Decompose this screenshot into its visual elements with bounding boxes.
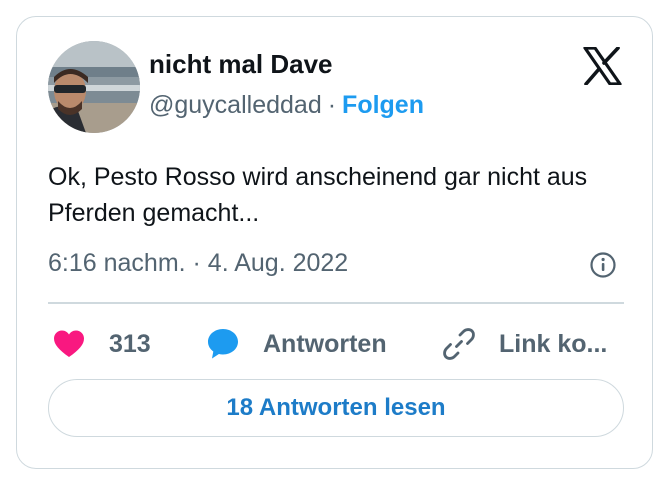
tweet-text: Ok, Pesto Rosso wird anscheinend gar nic…: [48, 163, 588, 227]
display-name[interactable]: nicht mal Dave: [149, 49, 333, 80]
speech-bubble-icon: [208, 329, 238, 359]
divider: [48, 302, 624, 304]
link-icon: [443, 328, 475, 360]
heart-icon: [54, 330, 84, 357]
like-count: 313: [109, 329, 151, 358]
copy-link-label: Link ko...: [499, 329, 608, 358]
reply-button[interactable]: Antworten: [205, 324, 387, 364]
reply-label: Antworten: [263, 329, 387, 358]
like-button[interactable]: 313: [51, 324, 151, 364]
separator-dot: ·: [327, 91, 337, 119]
copy-link-button[interactable]: Link ko...: [441, 324, 607, 364]
handle-row: @guycalleddad · Folgen: [149, 91, 424, 120]
tweet-card: nicht mal Dave @guycalleddad · Folgen Ok, …: [16, 16, 653, 469]
info-icon[interactable]: [589, 251, 617, 279]
x-logo-icon[interactable]: [582, 47, 622, 85]
read-replies-button[interactable]: 18 Antworten lesen: [48, 379, 624, 437]
follow-button[interactable]: Folgen: [342, 91, 424, 119]
tweet-timestamp[interactable]: 6:16 nachm. · 4. Aug. 2022: [48, 249, 348, 278]
avatar[interactable]: [48, 41, 140, 133]
user-handle[interactable]: @guycalleddad: [149, 91, 322, 119]
